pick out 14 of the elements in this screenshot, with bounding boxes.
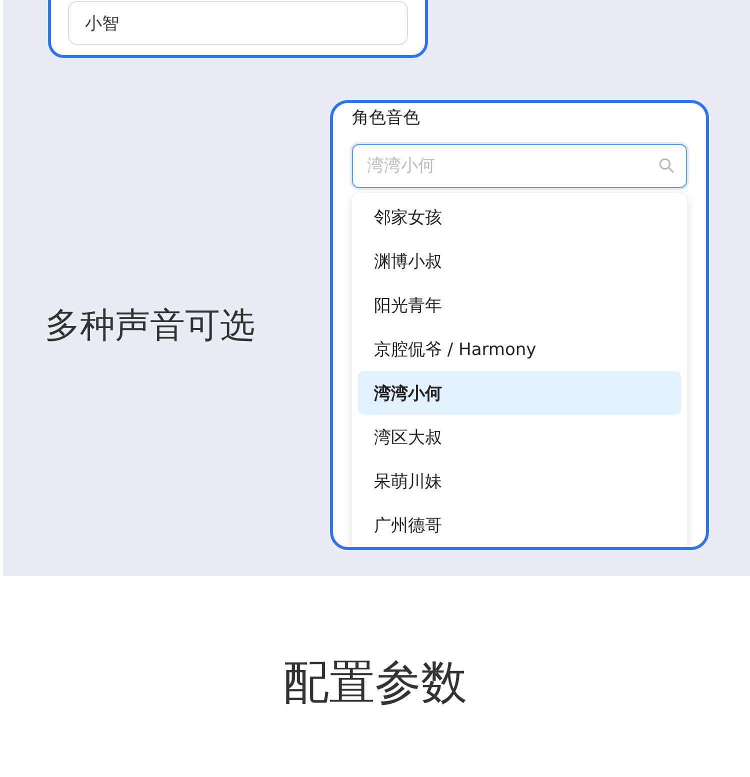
field-label: 角色音色	[352, 107, 420, 130]
dropdown-option[interactable]: 呆萌川妹	[358, 459, 681, 503]
section-heading: 配置参数	[283, 655, 467, 709]
search-icon	[659, 158, 674, 173]
dropdown-option[interactable]: 阳光青年	[358, 283, 681, 327]
search-field[interactable]: 湾湾小何	[352, 144, 687, 188]
dropdown-option[interactable]: 广州德哥	[358, 503, 681, 547]
dropdown-option[interactable]: 邻家女孩	[358, 195, 681, 239]
dropdown-option[interactable]: 京腔侃爷 / Harmony	[358, 327, 681, 371]
dropdown-option[interactable]: 湾湾小何	[358, 371, 681, 415]
dropdown-option[interactable]: 湾区大叔	[358, 415, 681, 459]
dropdown-option[interactable]: 渊博小叔	[358, 239, 681, 283]
feature-title: 多种声音可选	[45, 304, 256, 348]
name-field[interactable]: 小智	[68, 1, 408, 45]
